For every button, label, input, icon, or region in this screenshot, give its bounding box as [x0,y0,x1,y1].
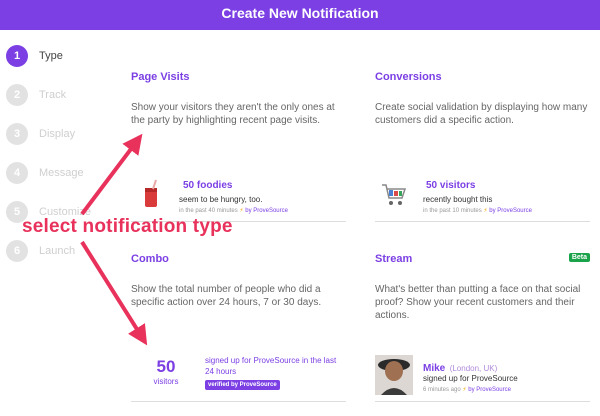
bolt-icon: ⚡ [462,387,467,393]
step-label: Message [39,167,84,179]
preview-time: in the past 40 minutes [179,208,238,214]
beta-badge: Beta [568,253,590,262]
step-type[interactable]: 1 Type [6,45,116,67]
notification-preview: 50 visitors recently bought this in the … [375,177,590,221]
annotation-label: select notification type [22,216,233,237]
card-title: Conversions [375,71,442,83]
drink-icon [145,179,157,207]
card-title: Combo [131,253,169,265]
card-description: What's better than putting a face on tha… [375,284,581,321]
stream-name: Mike [423,363,446,374]
card-conversions[interactable]: Conversions Create social validation by … [375,71,590,223]
preview-by: by ProveSource [468,387,511,393]
step-label: Display [39,128,76,140]
preview-by: by ProveSource [245,208,288,214]
step-message[interactable]: 4 Message [6,162,116,184]
card-description: Show your visitors they aren't the only … [131,102,335,126]
page-title: Create New Notification [221,5,379,21]
preview-headline: 50 visitors [426,180,476,191]
bolt-icon: ⚡ [239,208,244,214]
preview-line: signed up for ProveSource [423,374,518,383]
combo-unit: visitors [153,377,179,386]
step-number: 3 [6,123,28,145]
card-description: Create social validation by displaying h… [375,102,588,126]
preview-meta: in the past 40 minutes ⚡ by ProveSource [179,207,288,214]
divider [375,401,590,402]
step-label: Type [39,50,63,62]
cart-icon [382,184,407,205]
card-title: Stream [375,253,413,265]
divider [375,221,590,222]
preview-meta: 6 minutes ago ⚡ by ProveSource [423,386,511,393]
notification-preview: 50 foodies seem to be hungry, too. in th… [131,177,346,221]
header-bar: Create New Notification [0,0,600,30]
step-launch[interactable]: 6 Launch [6,240,116,262]
card-stream[interactable]: Stream Beta What's better than putting a… [375,253,590,408]
combo-count: 50 [156,357,176,376]
step-number: 6 [6,240,28,262]
step-number: 1 [6,45,28,67]
card-page-visits[interactable]: Page Visits Show your visitors they aren… [131,71,346,223]
preview-by: by ProveSource [489,208,532,214]
notification-preview: Mike (London, UK) signed up for ProveSou… [375,355,590,401]
preview-time: 6 minutes ago [423,387,461,393]
verified-badge: verified by ProveSource [205,380,280,390]
step-number: 2 [6,84,28,106]
preview-line: recently bought this [423,195,493,204]
preview-time: in the past 10 minutes [423,208,482,214]
step-track[interactable]: 2 Track [6,84,116,106]
step-label: Track [39,89,67,101]
preview-meta: in the past 10 minutes ⚡ by ProveSource [423,207,532,214]
card-title: Page Visits [131,71,190,83]
card-combo[interactable]: Combo Show the total number of people wh… [131,253,346,408]
preview-line: seem to be hungry, too. [179,195,263,204]
card-description: Show the total number of people who did … [131,284,322,308]
bolt-icon: ⚡ [483,208,488,214]
preview-line: signed up for ProveSource in the last 24… [205,356,337,376]
step-display[interactable]: 3 Display [6,123,116,145]
divider [131,401,346,402]
preview-headline: 50 foodies [183,180,233,191]
notification-preview: 50 visitors signed up for ProveSource in… [131,353,346,399]
stream-location: (London, UK) [449,364,498,373]
step-number: 4 [6,162,28,184]
avatar [375,355,413,395]
step-label: Launch [39,245,76,257]
